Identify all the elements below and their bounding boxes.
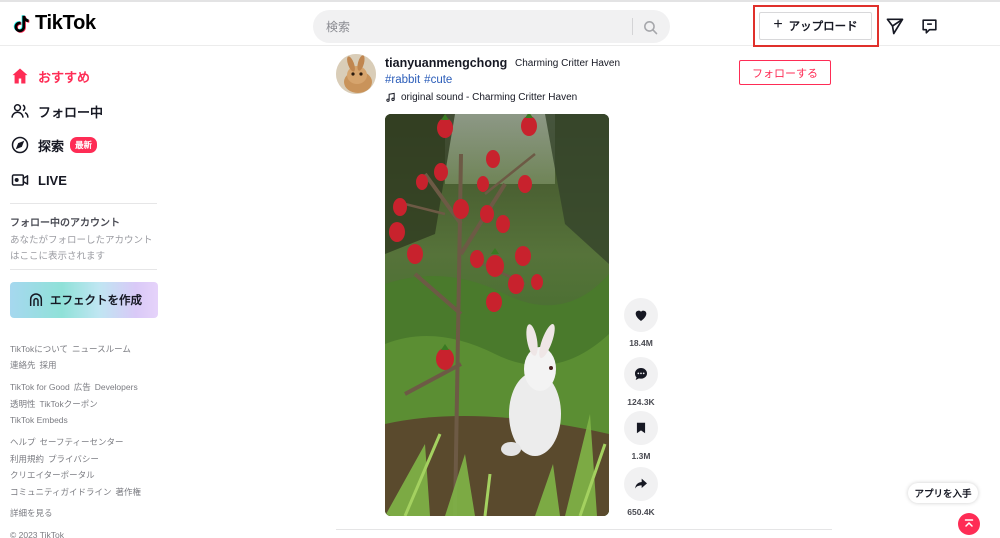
footer-link-creator-portal[interactable]: クリエイターポータル <box>10 470 95 480</box>
arrow-up-icon <box>964 519 974 527</box>
footer-link-terms[interactable]: 利用規約 <box>10 454 44 464</box>
footer-link-coupons[interactable]: TikTokクーポン <box>40 399 98 409</box>
footer-link-transparency[interactable]: 透明性 <box>10 399 36 409</box>
sidebar: おすすめ フォロー中 探索 最新 LIVE フォロー中のアカウント あなたがフォ… <box>0 47 170 538</box>
feed-divider <box>336 529 832 530</box>
footer-link-newsroom[interactable]: ニュースルーム <box>72 344 131 354</box>
top-bar: TikTok + アップロード <box>0 0 1000 47</box>
footer-link-see-more[interactable]: 詳細を見る <box>10 508 53 518</box>
live-icon <box>10 170 30 190</box>
like-button[interactable] <box>624 298 658 332</box>
footer-links: 詳細を見る <box>10 507 57 519</box>
effect-house-icon <box>29 293 43 306</box>
sidebar-item-following[interactable]: フォロー中 <box>10 99 103 123</box>
sidebar-item-label: フォロー中 <box>38 104 104 120</box>
footer-links: TikTokについて ニュースルーム <box>10 343 135 355</box>
heart-icon <box>635 310 647 321</box>
footer-links: クリエイターポータル <box>10 469 99 481</box>
sidebar-divider <box>10 203 157 204</box>
footer-links: 連絡先 採用 <box>10 359 61 371</box>
footer-link-for-good[interactable]: TikTok for Good <box>10 382 70 392</box>
footer-links: 利用規約 プライバシー <box>10 453 103 465</box>
copyright-text: © 2023 TikTok <box>10 530 64 538</box>
paper-plane-icon <box>886 18 904 35</box>
comment-action: 124.3K <box>624 357 658 407</box>
avatar[interactable] <box>336 54 376 94</box>
footer-link-developers[interactable]: Developers <box>95 382 138 392</box>
footer-link-contact[interactable]: 連絡先 <box>10 360 36 370</box>
tiktok-note-icon <box>13 14 30 33</box>
post-nickname: Charming Critter Haven <box>515 58 621 69</box>
comment-icon <box>635 368 647 380</box>
search-bar <box>313 10 670 43</box>
hashtag-link[interactable]: #cute <box>424 74 452 86</box>
save-action: 1.3M <box>624 411 658 461</box>
footer-link-help[interactable]: ヘルプ <box>10 437 36 447</box>
sound-label: original sound - Charming Critter Haven <box>401 92 578 103</box>
following-accounts-description: あなたがフォローしたアカウントはここに表示されます <box>10 235 153 262</box>
video-frame <box>385 114 609 516</box>
footer-links: TikTok for Good 広告 Developers <box>10 381 142 393</box>
share-arrow-icon <box>635 478 647 489</box>
sidebar-item-label: 探索 <box>38 138 65 154</box>
footer-link-privacy[interactable]: プライバシー <box>48 454 99 464</box>
share-action: 650.4K <box>624 467 658 517</box>
hashtag-link[interactable]: #rabbit <box>385 74 420 86</box>
footer-links: ヘルプ セーフティーセンター <box>10 436 128 448</box>
footer-link-embeds[interactable]: TikTok Embeds <box>10 415 68 425</box>
create-effect-label: エフェクトを作成 <box>50 295 142 307</box>
post-username[interactable]: tianyuanmengchong <box>385 56 507 70</box>
footer-links: TikTok Embeds <box>10 415 72 425</box>
create-effect-button[interactable]: エフェクトを作成 <box>10 282 158 318</box>
share-count: 650.4K <box>627 507 655 517</box>
sidebar-item-live[interactable]: LIVE <box>10 168 67 192</box>
footer-link-about[interactable]: TikTokについて <box>10 344 68 354</box>
music-note-icon <box>386 92 395 102</box>
footer-link-advertise[interactable]: 広告 <box>74 382 91 392</box>
share-button[interactable] <box>624 467 658 501</box>
follow-button[interactable]: フォローする <box>739 60 831 85</box>
search-button[interactable] <box>639 16 661 38</box>
save-count: 1.3M <box>631 451 651 461</box>
footer-link-copyright[interactable]: 著作権 <box>116 487 142 497</box>
get-app-button[interactable]: アプリを入手 <box>908 483 978 503</box>
back-to-top-button[interactable] <box>958 513 980 535</box>
search-icon <box>643 20 657 34</box>
footer-link-careers[interactable]: 採用 <box>40 360 57 370</box>
footer-links: 透明性 TikTokクーポン <box>10 398 102 410</box>
sidebar-item-explore[interactable]: 探索 最新 <box>10 133 98 157</box>
footer-links: コミュニティガイドライン 著作権 <box>10 486 145 498</box>
send-button[interactable] <box>884 15 906 37</box>
sidebar-item-label: おすすめ <box>38 69 91 85</box>
comment-count: 124.3K <box>627 397 655 407</box>
save-button[interactable] <box>624 411 658 445</box>
users-icon <box>10 101 30 121</box>
search-input[interactable] <box>313 10 631 43</box>
new-badge: 最新 <box>70 137 98 153</box>
search-divider <box>632 18 633 35</box>
post-sound[interactable]: original sound - Charming Critter Haven <box>385 92 577 103</box>
inbox-button[interactable] <box>918 15 940 37</box>
compass-icon <box>10 135 30 155</box>
like-action: 18.4M <box>624 298 658 348</box>
logo-text: TikTok <box>35 12 96 34</box>
tiktok-logo[interactable]: TikTok <box>10 12 96 35</box>
video-player[interactable] <box>385 114 609 516</box>
like-count: 18.4M <box>629 338 653 348</box>
sidebar-item-for-you[interactable]: おすすめ <box>10 64 90 88</box>
sidebar-item-label: LIVE <box>38 172 67 188</box>
home-icon <box>10 66 30 86</box>
highlight-box <box>753 5 879 47</box>
following-accounts-title: フォロー中のアカウント <box>10 218 120 229</box>
footer-link-guidelines[interactable]: コミュニティガイドライン <box>10 487 112 497</box>
avatar-image <box>336 54 376 94</box>
sidebar-divider <box>10 269 157 270</box>
comment-button[interactable] <box>624 357 658 391</box>
bookmark-icon <box>636 422 646 434</box>
message-icon <box>921 18 937 34</box>
footer-link-safety[interactable]: セーフティーセンター <box>40 437 124 447</box>
post-tags: #rabbit #cute <box>385 74 456 86</box>
